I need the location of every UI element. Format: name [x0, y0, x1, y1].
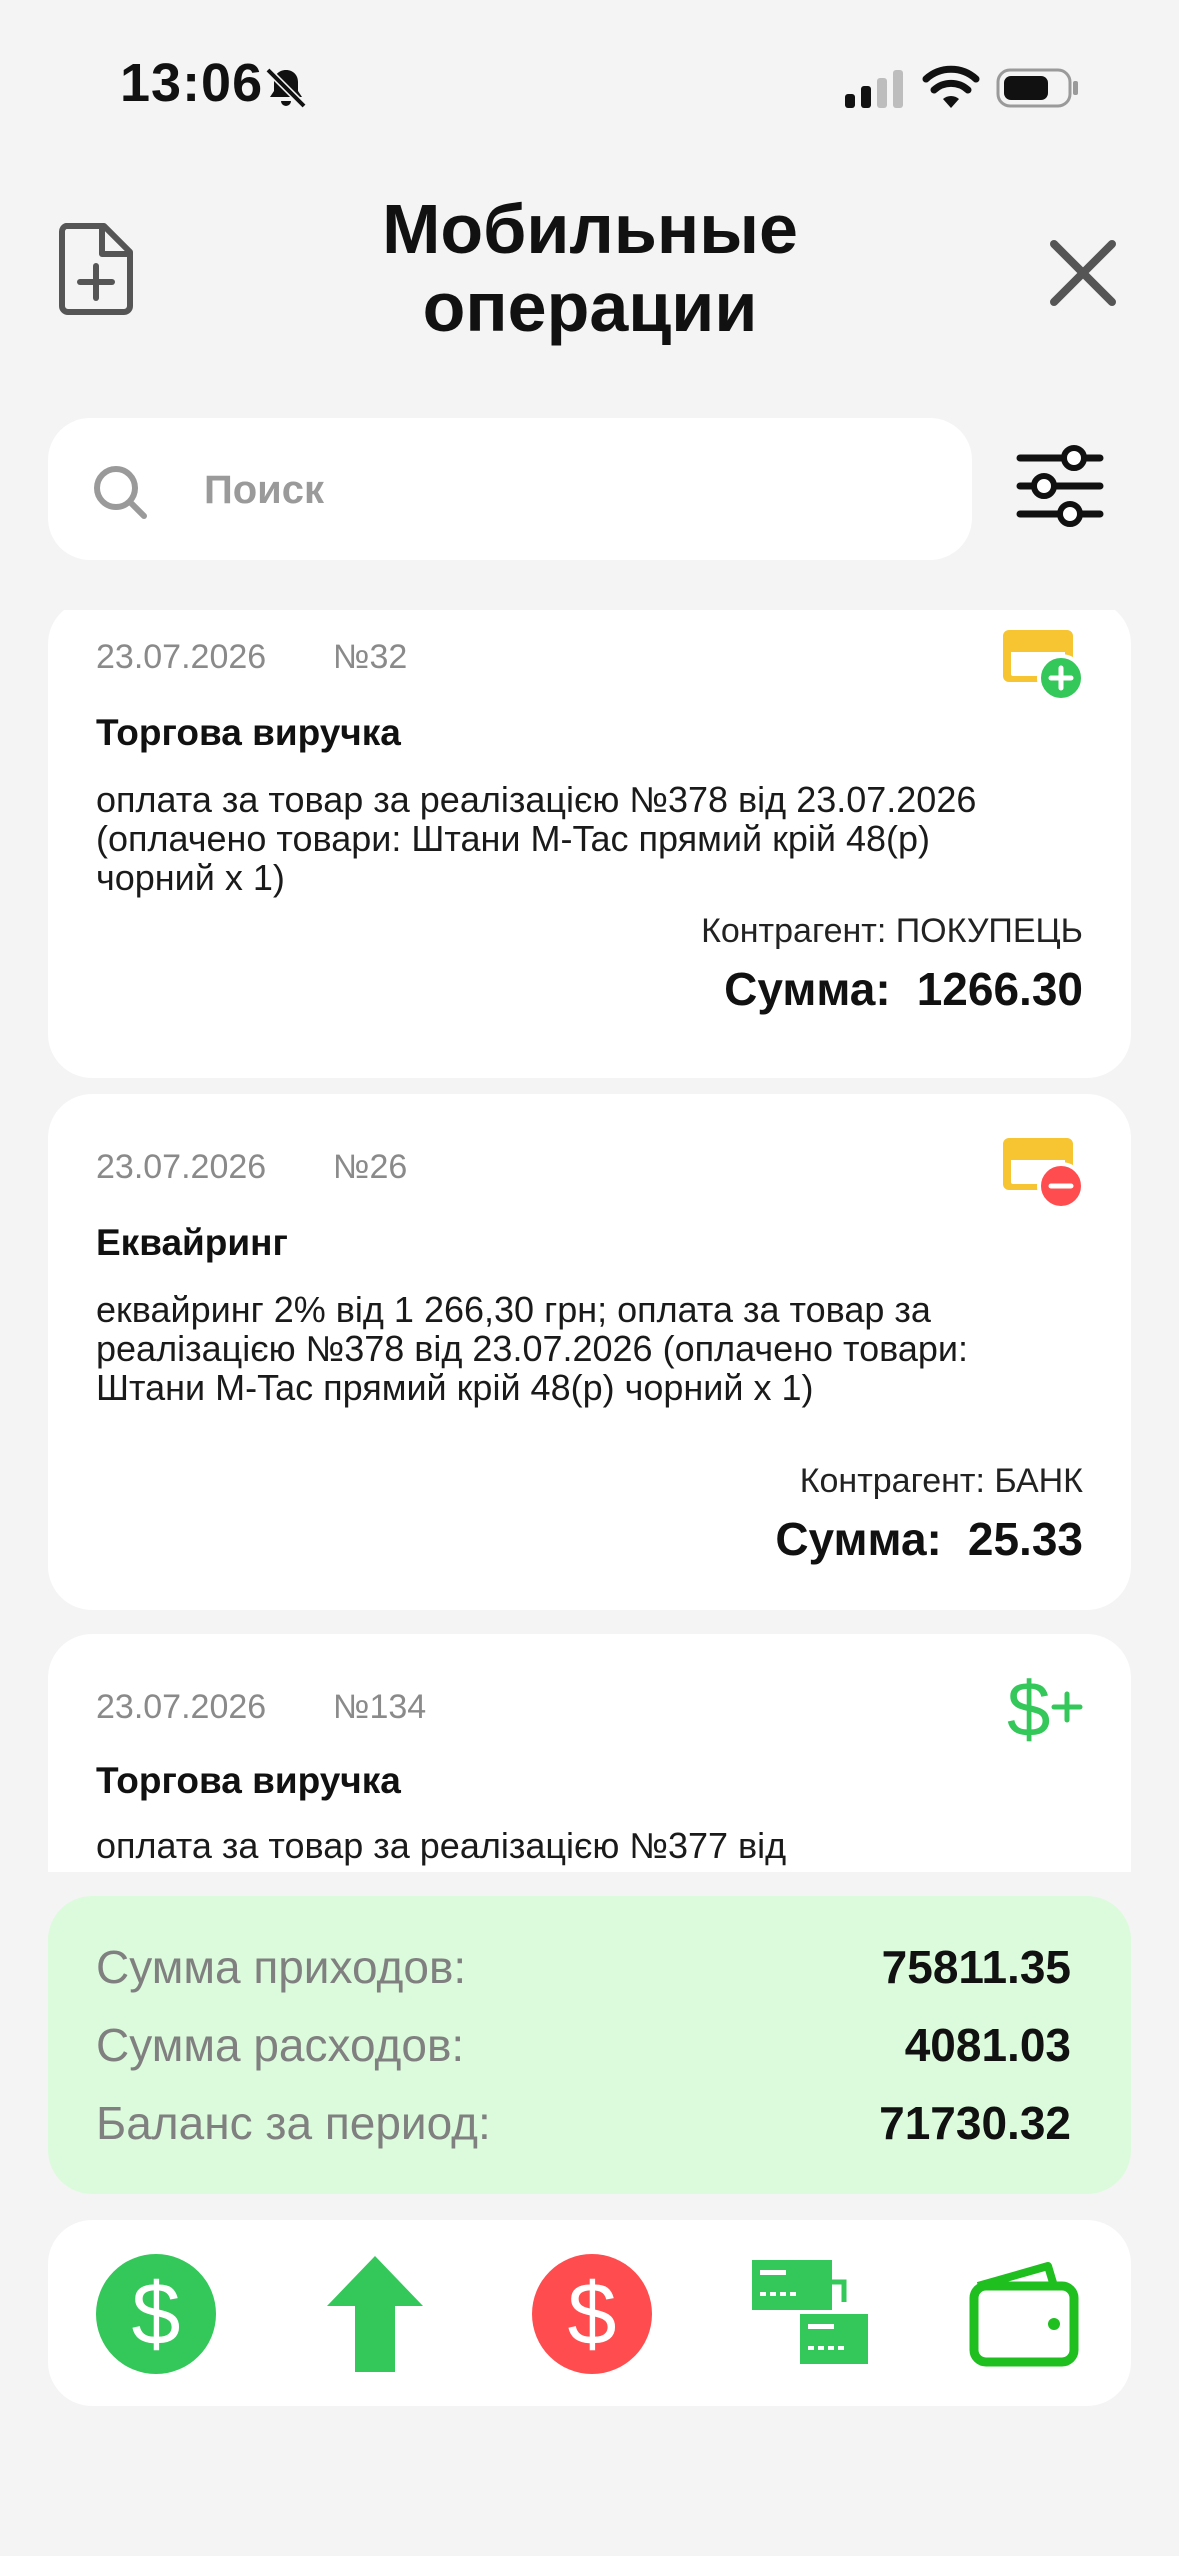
operation-sum-label: Сумма:	[724, 963, 891, 1015]
operation-card[interactable]: 23.07.2026 №32 Торгова виручка оплата за…	[48, 610, 1131, 1078]
expense-label: Сумма расходов:	[96, 2019, 465, 2071]
transfer-icon[interactable]	[748, 2252, 872, 2376]
operation-sum-value: 25.33	[967, 1513, 1083, 1565]
new-document-icon[interactable]	[58, 222, 134, 316]
operation-number: №134	[333, 1688, 427, 1726]
battery-icon	[996, 68, 1078, 108]
bell-muted-icon	[265, 67, 307, 109]
svg-text:$: $	[132, 2264, 181, 2363]
operation-date: 23.07.2026	[96, 638, 267, 676]
wallet-icon[interactable]	[964, 2252, 1088, 2376]
operation-number: №26	[333, 1148, 408, 1186]
status-bar: 13:06	[0, 0, 1179, 170]
income-dollar-icon[interactable]: $	[94, 2252, 218, 2376]
operation-counterparty: Контрагент: БАНК	[799, 1462, 1083, 1500]
page-title-line1: Мобильные	[382, 190, 798, 268]
operation-card[interactable]: 23.07.2026 №26 Еквайринг еквайринг 2% ві…	[48, 1094, 1131, 1610]
operation-description: оплата за товар за реалізацією №377 від	[96, 1825, 787, 1866]
operations-list[interactable]: 23.07.2026 №32 Торгова виручка оплата за…	[48, 610, 1131, 1872]
operation-title: Еквайринг	[96, 1222, 288, 1263]
operation-description: оплата за товар за реалізацією №378 від …	[96, 779, 977, 898]
operation-counterparty: Контрагент: ПОКУПЕЦЬ	[701, 912, 1083, 950]
operation-sum-label: Сумма:	[775, 1513, 942, 1565]
operation-title: Торгова виручка	[96, 712, 401, 753]
operation-date: 23.07.2026	[96, 1688, 267, 1726]
svg-text:$: $	[568, 2264, 617, 2363]
search-box[interactable]	[48, 418, 972, 560]
signal-icon	[845, 70, 903, 108]
operation-title: Торгова виручка	[96, 1760, 401, 1801]
operation-date: 23.07.2026	[96, 1148, 267, 1186]
card-plus-icon	[1003, 630, 1085, 702]
page-title: Мобильные операции	[260, 190, 920, 346]
card-minus-icon	[1003, 1138, 1085, 1210]
operation-number: №32	[333, 638, 408, 676]
page-title-line2: операции	[422, 268, 758, 346]
dollar-plus-icon: $	[1007, 1668, 1083, 1748]
wifi-icon	[922, 65, 980, 108]
bottom-action-bar: $ $	[48, 2220, 1131, 2406]
upload-arrow-icon[interactable]	[313, 2252, 437, 2376]
operation-sum: Сумма: 1266.30	[724, 962, 1083, 1016]
totals-panel: Сумма приходов: 75811.35 Сумма расходов:…	[48, 1896, 1131, 2194]
operation-sum-value: 1266.30	[916, 963, 1083, 1015]
operation-card[interactable]: 23.07.2026 №134 $ Торгова виручка оплата…	[48, 1634, 1131, 1872]
expense-dollar-icon[interactable]: $	[530, 2252, 654, 2376]
balance-label: Баланс за период:	[96, 2097, 491, 2149]
operation-sum: Сумма: 25.33	[775, 1512, 1083, 1566]
income-label: Сумма приходов:	[96, 1941, 467, 1993]
income-value: 75811.35	[881, 1941, 1071, 1993]
svg-text:$: $	[1007, 1668, 1050, 1748]
balance-value: 71730.32	[879, 2097, 1071, 2149]
expense-value: 4081.03	[904, 2019, 1071, 2071]
search-input[interactable]	[202, 454, 926, 526]
operation-description: еквайринг 2% від 1 266,30 грн; оплата за…	[96, 1289, 968, 1408]
search-icon	[94, 466, 147, 519]
close-icon[interactable]	[1048, 238, 1118, 308]
filter-sliders-icon[interactable]	[1014, 440, 1106, 532]
status-time: 13:06	[120, 53, 264, 113]
